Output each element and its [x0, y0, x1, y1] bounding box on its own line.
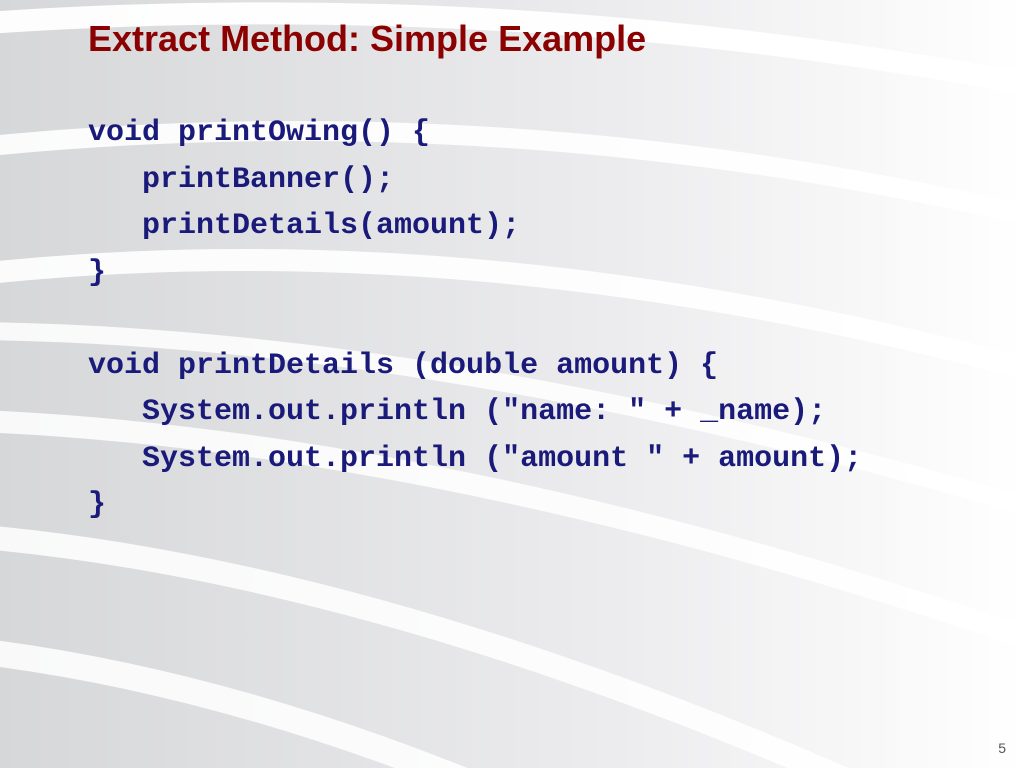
code-line: printDetails(amount);	[88, 209, 520, 243]
code-line: void printOwing() {	[88, 116, 430, 150]
code-line: printBanner();	[88, 163, 394, 197]
code-block: void printOwing() { printBanner(); print…	[88, 110, 862, 529]
code-line: void printDetails (double amount) {	[88, 349, 718, 383]
slide-title: Extract Method: Simple Example	[88, 18, 646, 60]
code-line: System.out.println ("amount " + amount);	[88, 442, 862, 476]
code-line: }	[88, 256, 106, 290]
slide: Extract Method: Simple Example void prin…	[0, 0, 1024, 768]
code-line: }	[88, 488, 106, 522]
page-number: 5	[998, 740, 1006, 756]
code-line: System.out.println ("name: " + _name);	[88, 395, 826, 429]
